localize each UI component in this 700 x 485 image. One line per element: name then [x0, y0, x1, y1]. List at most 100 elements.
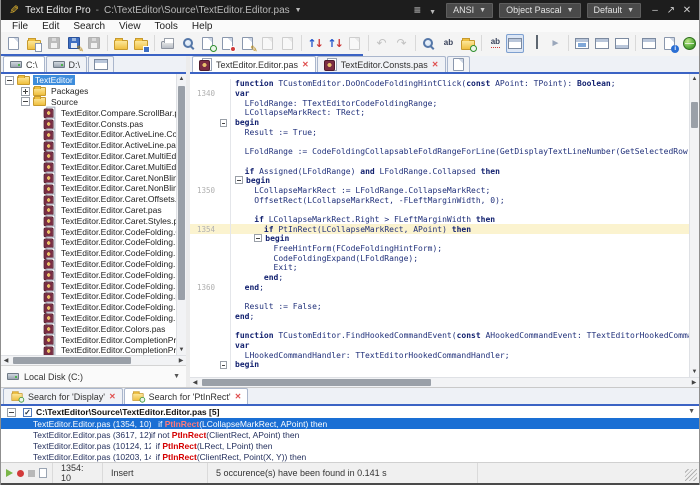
- new-tab-button[interactable]: [446, 56, 470, 72]
- collapse-icon[interactable]: [7, 407, 16, 417]
- code-line[interactable]: 1360 end;: [190, 282, 689, 293]
- tree-file-item[interactable]: TextEditor.Editor.Caret.NonBlinking: [1, 182, 186, 195]
- tree-horizontal-scrollbar[interactable]: ◀ ▶: [1, 355, 186, 365]
- new-file-icon[interactable]: [5, 34, 23, 53]
- menu-view[interactable]: View: [112, 21, 148, 32]
- search-results-tab[interactable]: Search for 'PtInRect' ✕: [123, 388, 249, 404]
- preview-icon[interactable]: [573, 34, 591, 53]
- split-horizontal-icon[interactable]: [593, 34, 611, 53]
- sidebar-toggle-icon[interactable]: [506, 33, 525, 53]
- tree-file-item[interactable]: TextEditor.Editor.CodeFolding.pas: [1, 290, 186, 303]
- search-result-row[interactable]: TextEditor.Editor.pas (1354, 10): if PtI…: [1, 418, 699, 429]
- tree-file-item[interactable]: TextEditor.Editor.Caret.Offsets.pas: [1, 193, 186, 206]
- code-line[interactable]: OffsetRect(LCollapseMarkRect, -FLeftMarg…: [190, 195, 689, 205]
- scroll-up-icon[interactable]: ▲: [690, 74, 699, 84]
- sidebar-tab-structure[interactable]: [88, 56, 115, 72]
- tree-file-item[interactable]: TextEditor.Compare.ScrollBar.pas: [1, 106, 186, 119]
- tree-file-item[interactable]: TextEditor.Editor.Caret.pas: [1, 204, 176, 216]
- selection-mode-icon[interactable]: ►: [546, 34, 564, 53]
- tree-file-item[interactable]: TextEditor.Editor.Caret.Styles.pas: [1, 214, 186, 227]
- zoom-icon[interactable]: [419, 34, 437, 53]
- tree-file-item[interactable]: TextEditor.Editor.CodeFolding.Rang: [1, 301, 186, 313]
- code-line[interactable]: 1354 if PtInRect(LCollapseMarkRect, APoi…: [190, 224, 689, 234]
- code-line[interactable]: if LCollapseMarkRect.Right > FLeftMargin…: [190, 214, 689, 225]
- maximize-button[interactable]: ↗: [663, 5, 679, 16]
- scroll-left-icon[interactable]: ◀: [1, 356, 11, 365]
- scroll-down-icon[interactable]: ▼: [177, 345, 186, 355]
- tree-file-item[interactable]: TextEditor.Editor.Caret.MultiEdit.pa: [1, 160, 186, 173]
- tree-file-item[interactable]: TextEditor.Editor.CodeFolding.Hint.: [1, 279, 186, 292]
- compare-files-icon[interactable]: [459, 34, 478, 53]
- tree-file-item[interactable]: TextEditor.Editor.CodeFolding.Regio: [1, 312, 186, 324]
- minimize-button[interactable]: –: [647, 5, 663, 16]
- fold-collapse-icon[interactable]: [254, 234, 263, 243]
- bookmark-icon[interactable]: [526, 34, 544, 53]
- code-line[interactable]: end;: [190, 272, 689, 283]
- tree-file-item[interactable]: TextEditor.Editor.CodeFolding.Hint.: [1, 258, 186, 270]
- search-results-tab[interactable]: Search for 'Display' ✕: [3, 388, 123, 404]
- code-line[interactable]: [190, 292, 689, 302]
- search-result-row[interactable]: TextEditor.Editor.pas (10203, 14): if Pt…: [1, 451, 699, 462]
- scroll-right-icon[interactable]: ▶: [176, 356, 186, 365]
- code-line[interactable]: FreeHintForm(FCodeFoldingHintForm);: [190, 243, 689, 254]
- code-line[interactable]: begin: [190, 234, 689, 244]
- save-file-as-icon[interactable]: ✎: [65, 34, 84, 53]
- sort-ascending-icon[interactable]: ↑↓: [306, 34, 324, 53]
- code-line[interactable]: begin: [190, 359, 689, 370]
- tree-file-item[interactable]: TextEditor.Editor.CodeFolding.Color: [1, 225, 186, 238]
- drive-selector[interactable]: Local Disk (C:) ▼: [1, 365, 186, 387]
- tree-file-item[interactable]: TextEditor.Editor.ActiveLine.pas: [1, 139, 180, 152]
- close-tab-icon[interactable]: ✕: [432, 60, 439, 69]
- sidebar-tab-drive[interactable]: C:\: [3, 56, 45, 72]
- fold-collapse-icon[interactable]: [235, 176, 243, 185]
- open-folder-icon[interactable]: [112, 34, 130, 53]
- macro-record-icon[interactable]: [17, 469, 24, 477]
- swap-view-icon[interactable]: [640, 34, 658, 53]
- resize-grip[interactable]: [685, 469, 697, 481]
- tree-file-item[interactable]: TextEditor.Editor.CompletionPropos: [1, 333, 186, 346]
- scroll-right-icon[interactable]: ▶: [689, 378, 699, 387]
- fold-collapse-icon[interactable]: [220, 118, 227, 127]
- title-path-dropdown-icon[interactable]: ▼: [295, 7, 302, 14]
- tree-folder-item[interactable]: Packages: [1, 85, 176, 97]
- code-line[interactable]: [190, 137, 689, 147]
- code-line[interactable]: end;: [190, 311, 689, 322]
- code-line[interactable]: [190, 156, 689, 167]
- find-icon[interactable]: [179, 34, 197, 53]
- tree-vertical-scrollbar[interactable]: ▲ ▼: [176, 74, 186, 355]
- spell-check-icon[interactable]: ab: [486, 34, 504, 53]
- tree-root-item[interactable]: TextEditor: [1, 74, 176, 86]
- close-tab-icon[interactable]: ✕: [109, 392, 116, 401]
- code-line[interactable]: 1350 LCollapseMarkRect := LFoldRange.Col…: [190, 185, 689, 196]
- search-result-row[interactable]: TextEditor.Editor.pas (10124, 12): if Pt…: [1, 440, 699, 451]
- code-line[interactable]: 1340 var: [190, 88, 689, 99]
- tree-file-item[interactable]: TextEditor.Consts.pas: [1, 117, 176, 130]
- collapse-icon[interactable]: [21, 97, 30, 107]
- code-line[interactable]: Result := True;: [190, 127, 689, 138]
- open-in-browser-icon[interactable]: [680, 34, 698, 53]
- fold-collapse-icon[interactable]: [220, 360, 227, 369]
- code-line[interactable]: function TCustomEditor.FindHookedCommand…: [190, 330, 699, 341]
- menu-tools[interactable]: Tools: [148, 21, 185, 32]
- tree-folder-item[interactable]: Source: [1, 96, 176, 108]
- code-line[interactable]: LHookedCommandHandler: TTextEditorHooked…: [190, 350, 689, 360]
- code-line[interactable]: function TCustomEditor.DoOnCodeFoldingHi…: [190, 79, 689, 89]
- editor-vertical-scrollbar[interactable]: ▲ ▼: [689, 74, 699, 377]
- file-info-icon[interactable]: i: [660, 34, 680, 53]
- expand-icon[interactable]: [21, 86, 30, 96]
- syntax-dropdown[interactable]: Object Pascal ▼: [499, 2, 581, 18]
- scroll-down-icon[interactable]: ▼: [690, 367, 699, 377]
- close-tab-icon[interactable]: ✕: [235, 392, 242, 401]
- style-select-icon[interactable]: ab: [439, 34, 457, 53]
- collapse-icon[interactable]: [5, 75, 14, 85]
- replace-in-files-icon[interactable]: ✎: [239, 34, 258, 53]
- menu-file[interactable]: File: [5, 21, 35, 32]
- tree-file-item[interactable]: TextEditor.Editor.CodeFolding.Hint.: [1, 268, 186, 281]
- code-line[interactable]: [190, 321, 689, 331]
- menu-help[interactable]: Help: [185, 21, 220, 32]
- close-button[interactable]: ✕: [679, 5, 695, 16]
- replace-icon[interactable]: [219, 34, 237, 53]
- open-file-icon[interactable]: [25, 34, 43, 53]
- code-editor[interactable]: function TCustomEditor.DoOnCodeFoldingHi…: [190, 74, 699, 377]
- theme-dropdown[interactable]: Default ▼: [586, 2, 641, 18]
